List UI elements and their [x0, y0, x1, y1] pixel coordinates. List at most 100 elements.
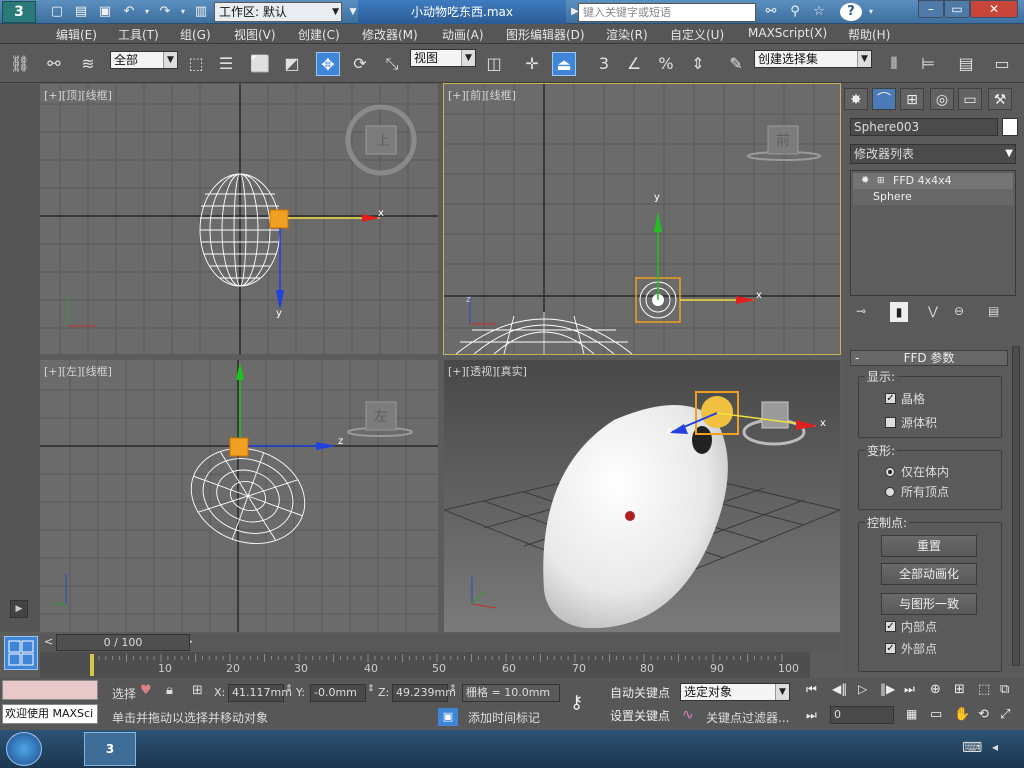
layer-manager-icon[interactable]: ▤ — [954, 52, 978, 76]
select-manipulate-icon[interactable]: ✛ — [520, 52, 544, 76]
workspace-select[interactable]: 工作区: 默认 ▼ — [214, 2, 342, 22]
viewcube-face[interactable] — [761, 401, 789, 429]
start-button-icon[interactable] — [6, 732, 42, 766]
snap-toggle-icon[interactable]: 3 — [592, 52, 616, 76]
current-frame-field[interactable]: 0 — [830, 706, 894, 724]
key-filters-button[interactable]: 关键点过滤器... — [706, 709, 789, 726]
redo-dropdown-icon[interactable]: ▾ — [174, 3, 192, 21]
scale-icon[interactable]: ⤡ — [380, 52, 404, 76]
outside-points-checkbox[interactable]: ✓ — [885, 643, 896, 654]
move-icon[interactable]: ✥ — [316, 52, 340, 76]
pivot-center-icon[interactable]: ◫ — [482, 52, 506, 76]
z-spinner-icon[interactable]: ⇕ — [449, 684, 457, 694]
menu-maxscript[interactable]: MAXScript(X) — [748, 26, 827, 40]
display-tab-icon[interactable]: ▭ — [958, 88, 982, 110]
object-name-field[interactable]: Sphere003 — [850, 118, 998, 136]
selection-filter-select[interactable]: 全部 ▼ — [110, 51, 178, 69]
field-of-view-icon[interactable]: ▭ — [930, 707, 942, 722]
save-icon[interactable]: ▣ — [96, 3, 114, 21]
lattice-handle[interactable] — [269, 209, 289, 229]
menu-create[interactable]: 创建(C) — [298, 26, 340, 43]
spinner-snap-icon[interactable]: ⇕ — [686, 52, 710, 76]
menu-modifiers[interactable]: 修改器(M) — [362, 26, 418, 43]
panel-scrollbar[interactable] — [1012, 346, 1020, 666]
go-to-end-icon[interactable]: ⏭ — [904, 682, 915, 697]
viewport-left[interactable]: [+][左][线框] z 左 — [40, 360, 438, 632]
time-config-icon[interactable]: ▦ — [906, 707, 917, 721]
add-time-tag[interactable]: 添加时间标记 — [468, 709, 540, 726]
lattice-handle[interactable] — [229, 437, 249, 457]
rect-selection-region-icon[interactable]: ⬜ — [248, 52, 272, 76]
expand-arrow-icon[interactable]: ▶ — [10, 600, 28, 618]
percent-snap-icon[interactable]: % — [654, 52, 678, 76]
stack-item-ffd[interactable]: ✹ ⊞ FFD 4x4x4 — [853, 173, 1013, 189]
mirror-icon[interactable]: ⫴ — [882, 52, 906, 76]
stack-item-sphere[interactable]: Sphere — [853, 189, 1013, 205]
key-mode-select[interactable]: 选定对象 ▼ — [680, 683, 790, 701]
maximize-viewport-icon[interactable]: ⤢ — [1000, 707, 1010, 722]
tray-arrow-icon[interactable]: ◂ — [992, 740, 998, 754]
restore-button[interactable]: ▭ — [944, 0, 970, 18]
source-volume-checkbox[interactable] — [885, 417, 896, 428]
rotate-icon[interactable]: ⟳ — [348, 52, 372, 76]
isolate-selection-icon[interactable]: ♥ — [140, 683, 152, 698]
modify-tab-icon[interactable]: ⌒ — [872, 88, 896, 110]
render-setup-icon[interactable]: ▭ — [990, 52, 1014, 76]
zoom-icon[interactable]: ⊕ — [930, 682, 941, 697]
viewport-front[interactable]: [+][前][线框] y x 前 z — [443, 83, 841, 355]
orbit-icon[interactable]: ⟲ — [978, 707, 989, 722]
viewport-perspective[interactable]: [+][透视][真实] z x — [444, 360, 840, 632]
link-icon[interactable]: ⛓ — [8, 52, 32, 76]
undo-icon[interactable]: ↶ — [120, 3, 138, 21]
time-slider[interactable]: 0 / 100 — [56, 634, 190, 651]
menu-customize[interactable]: 自定义(U) — [670, 26, 724, 43]
binoculars-icon[interactable]: ⚯ — [762, 3, 780, 21]
curve-icon[interactable]: ∿ — [682, 707, 694, 723]
menu-rendering[interactable]: 渲染(R) — [606, 26, 648, 43]
minimize-button[interactable]: – — [918, 0, 944, 18]
bind-space-warp-icon[interactable]: ≋ — [76, 52, 100, 76]
select-by-name-icon[interactable]: ☰ — [214, 52, 238, 76]
make-unique-icon[interactable]: ⋁ — [928, 304, 938, 318]
lock-selection-icon[interactable]: 🔒︎ — [166, 683, 173, 698]
motion-tab-icon[interactable]: ◎ — [930, 88, 954, 110]
pan-icon[interactable]: ✋ — [954, 707, 970, 722]
menu-tools[interactable]: 工具(T) — [118, 26, 159, 43]
keyboard-shortcut-override-icon[interactable]: ⏏ — [552, 52, 576, 76]
project-folder-icon[interactable]: ▥ — [192, 3, 210, 21]
menu-edit[interactable]: 编辑(E) — [56, 26, 97, 43]
unlink-icon[interactable]: ⚯ — [42, 52, 66, 76]
window-crossing-icon[interactable]: ◩ — [280, 52, 304, 76]
zoom-extents-icon[interactable]: ⬚ — [978, 682, 990, 697]
animate-all-button[interactable]: 全部动画化 — [881, 563, 977, 585]
redo-icon[interactable]: ↷ — [156, 3, 174, 21]
viewport-label[interactable]: [+][顶][线框] — [44, 87, 112, 103]
menu-views[interactable]: 视图(V) — [234, 26, 276, 43]
edit-named-selection-icon[interactable]: ✎ — [724, 52, 748, 76]
only-in-volume-radio[interactable] — [885, 467, 895, 477]
current-frame-marker[interactable] — [90, 654, 94, 676]
time-tag-icon[interactable]: ▣ — [438, 708, 458, 726]
next-key-icon[interactable]: ‖▶ — [880, 682, 895, 696]
new-file-icon[interactable]: ▢ — [48, 3, 66, 21]
set-key-button[interactable]: 设置关键点 — [610, 706, 674, 726]
all-vertices-radio[interactable] — [885, 487, 895, 497]
named-selection-select[interactable]: 创建选择集 ▼ — [754, 50, 872, 68]
configure-sets-icon[interactable]: ▤ — [988, 304, 999, 318]
align-icon[interactable]: ⊨ — [916, 52, 940, 76]
menu-graph-editors[interactable]: 图形编辑器(D) — [506, 26, 585, 43]
menu-animation[interactable]: 动画(A) — [442, 26, 484, 43]
remove-modifier-icon[interactable]: ⊖ — [954, 304, 964, 318]
object-color-swatch[interactable] — [1002, 118, 1018, 136]
close-button[interactable]: ✕ — [970, 0, 1018, 18]
help-icon[interactable]: ? — [840, 3, 862, 21]
keyboard-icon[interactable]: ⌨ — [962, 740, 982, 756]
communication-center-icon[interactable]: ⚲ — [786, 3, 804, 21]
x-coord-field[interactable]: 41.117mm — [228, 684, 292, 702]
absolute-mode-icon[interactable]: ⊞ — [192, 683, 203, 698]
lattice-checkbox[interactable]: ✓ — [885, 393, 896, 404]
angle-snap-icon[interactable]: ∠ — [622, 52, 646, 76]
create-tab-icon[interactable]: ✸ — [844, 88, 868, 110]
taskbar-3dsmax-icon[interactable]: 3 — [84, 732, 136, 766]
hierarchy-tab-icon[interactable]: ⊞ — [900, 88, 924, 110]
